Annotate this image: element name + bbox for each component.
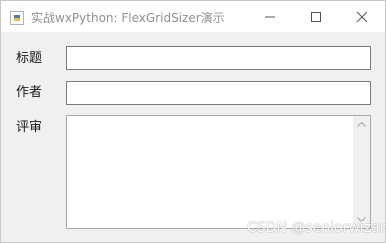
scroll-up-button[interactable] bbox=[353, 116, 370, 133]
maximize-icon bbox=[311, 12, 321, 22]
title-bar[interactable]: 实战wxPython: FlexGridSizer演示 bbox=[1, 1, 385, 32]
form-panel: 标题 作者 评审 CSDN @seniorwizard bbox=[1, 32, 386, 242]
close-button[interactable] bbox=[339, 1, 385, 32]
watermark-text: CSDN @seniorwizard bbox=[247, 220, 386, 236]
author-input[interactable] bbox=[66, 81, 371, 105]
minimize-button[interactable] bbox=[247, 1, 293, 32]
review-textarea-container bbox=[66, 115, 371, 229]
app-window: 实战wxPython: FlexGridSizer演示 标题 作者 评审 CSD… bbox=[0, 0, 386, 243]
author-label: 作者 bbox=[16, 85, 43, 100]
review-textarea[interactable] bbox=[67, 116, 352, 228]
title-label: 标题 bbox=[16, 51, 43, 66]
review-label: 评审 bbox=[16, 120, 43, 135]
review-scrollbar[interactable] bbox=[353, 116, 370, 228]
close-icon bbox=[356, 11, 368, 23]
python-app-icon bbox=[10, 10, 24, 25]
maximize-button[interactable] bbox=[293, 1, 339, 32]
minimize-icon bbox=[265, 16, 275, 18]
chevron-up-icon bbox=[357, 122, 366, 127]
title-input[interactable] bbox=[66, 46, 371, 70]
window-title: 实战wxPython: FlexGridSizer演示 bbox=[31, 11, 225, 25]
